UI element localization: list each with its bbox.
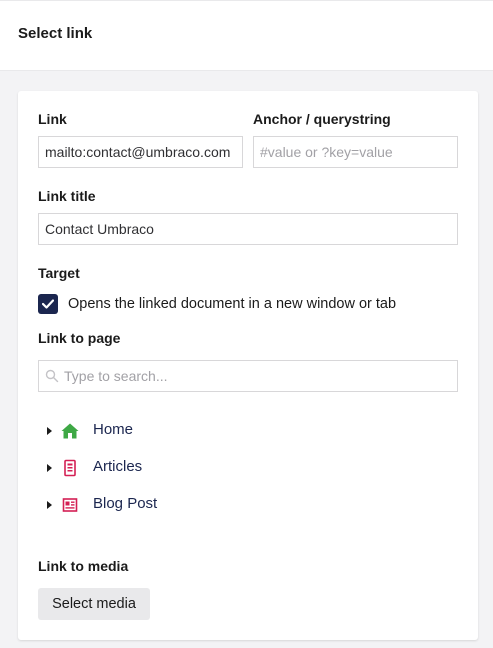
target-checkbox-label[interactable]: Opens the linked document in a new windo… [68, 294, 396, 314]
tree-item-label[interactable]: Articles [93, 458, 142, 475]
link-to-media-label: Link to media [38, 558, 129, 574]
tree-item-blog-post[interactable]: Blog Post [38, 493, 338, 517]
expand-caret-icon[interactable] [47, 427, 52, 435]
link-input-value: mailto:contact@umbraco.com [45, 144, 231, 160]
link-title-input[interactable]: Contact Umbraco [38, 213, 458, 245]
expand-caret-icon[interactable] [47, 501, 52, 509]
link-input[interactable]: mailto:contact@umbraco.com [38, 136, 243, 168]
link-title-label: Link title [38, 188, 96, 204]
dialog-header: Select link [0, 1, 493, 71]
anchor-input[interactable]: #value or ?key=value [253, 136, 458, 168]
home-icon [61, 423, 79, 439]
checkmark-icon [42, 299, 54, 309]
blog-post-icon [62, 498, 78, 512]
link-form-panel: Link mailto:contact@umbraco.com Anchor /… [18, 91, 478, 640]
tree-item-label[interactable]: Home [93, 421, 133, 438]
anchor-input-placeholder: #value or ?key=value [260, 144, 393, 160]
tree-item-home[interactable]: Home [38, 419, 338, 443]
link-label: Link [38, 111, 67, 127]
target-label: Target [38, 265, 80, 281]
link-title-input-value: Contact Umbraco [45, 221, 154, 237]
dialog-title: Select link [18, 25, 93, 42]
expand-caret-icon[interactable] [47, 464, 52, 472]
page-search-placeholder: Type to search... [64, 368, 168, 384]
link-to-page-label: Link to page [38, 330, 121, 346]
tree-item-label[interactable]: Blog Post [93, 495, 157, 512]
anchor-label: Anchor / querystring [253, 111, 391, 127]
target-checkbox[interactable] [38, 294, 58, 314]
page-search-input[interactable]: Type to search... [38, 360, 458, 392]
search-icon [45, 369, 59, 383]
articles-icon [64, 459, 76, 477]
select-media-button[interactable]: Select media [38, 588, 150, 620]
tree-item-articles[interactable]: Articles [38, 456, 338, 480]
